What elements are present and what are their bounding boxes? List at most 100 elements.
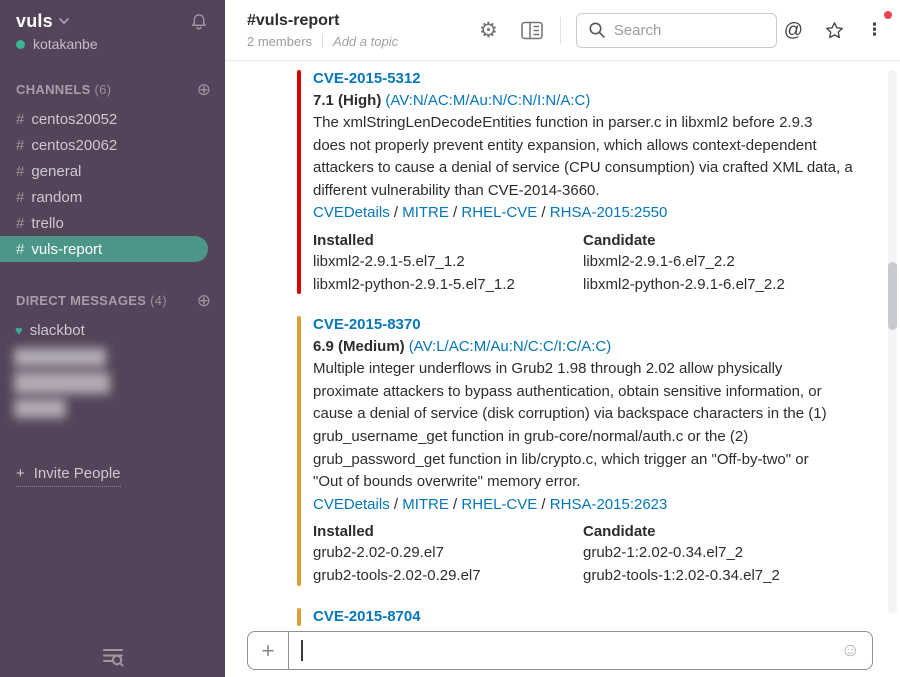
reference-link[interactable]: RHSA-2015:2550 bbox=[550, 204, 668, 221]
subtitle-divider bbox=[322, 34, 323, 48]
sidebar-item-general[interactable]: #general bbox=[0, 158, 225, 184]
add-topic-button[interactable]: Add a topic bbox=[333, 34, 398, 49]
text-cursor bbox=[301, 640, 303, 661]
reference-link[interactable]: RHEL-CVE bbox=[461, 496, 537, 513]
channel-label: vuls-report bbox=[31, 241, 102, 258]
mentions-icon[interactable]: @ bbox=[784, 21, 803, 40]
description-line: attackers to cause a denial of service (… bbox=[313, 157, 900, 180]
redacted-dm-item[interactable] bbox=[14, 399, 66, 418]
hash-icon: # bbox=[16, 111, 24, 128]
package-version: grub2-2.02-0.29.el7 bbox=[313, 542, 583, 565]
attachment-color-bar bbox=[297, 608, 301, 626]
installed-column: Installedgrub2-2.02-0.29.el7grub2-tools-… bbox=[313, 522, 583, 587]
main-pane: #vuls-report 2 members Add a topic ⚙ bbox=[225, 0, 900, 677]
channel-label: centos20062 bbox=[31, 137, 117, 154]
candidate-column-label: Candidate bbox=[583, 522, 853, 542]
scrollbar-track[interactable] bbox=[888, 70, 897, 614]
emoji-picker-icon[interactable]: ☺ bbox=[841, 641, 872, 660]
cve-link[interactable]: CVE-2015-8704 bbox=[313, 605, 421, 628]
channel-label: general bbox=[31, 163, 81, 180]
cvss-vector-link[interactable]: (AV:N/AC:M/Au:N/C:N/I:N/A:C) bbox=[385, 92, 590, 109]
dm-list: ♥ slackbot bbox=[0, 317, 225, 418]
sidebar-item-vuls-report[interactable]: # vuls-report bbox=[0, 236, 208, 262]
candidate-column: Candidategrub2-1:2.02-0.34.el7_2grub2-to… bbox=[583, 522, 853, 587]
sidebar-item-centos20062[interactable]: # centos20062 bbox=[0, 132, 225, 158]
description-line: "Out of bounds overwrite" memory error. bbox=[313, 471, 900, 494]
plus-icon: + bbox=[16, 465, 25, 482]
cve-link[interactable]: CVE-2015-8370 bbox=[313, 313, 421, 336]
package-version: libxml2-2.9.1-5.el7_1.2 bbox=[313, 251, 583, 274]
hash-icon: # bbox=[16, 241, 24, 258]
hash-icon: # bbox=[16, 189, 24, 206]
attachment-body: CVE-2015-8704 bbox=[313, 605, 900, 628]
package-version: libxml2-2.9.1-6.el7_2.2 bbox=[583, 251, 853, 274]
package-fields: Installedgrub2-2.02-0.29.el7grub2-tools-… bbox=[313, 522, 900, 587]
slack-app: vuls kotakanbe CHANNELS (6) ⊕ # bbox=[0, 0, 900, 677]
message-attachment: CVE-2015-5312 7.1 (High)(AV:N/AC:M/Au:N/C… bbox=[297, 67, 900, 296]
cve-link[interactable]: CVE-2015-5312 bbox=[313, 67, 421, 90]
installed-column-label: Installed bbox=[313, 522, 583, 542]
channels-header-label[interactable]: CHANNELS (6) bbox=[16, 82, 111, 97]
workspace-menu[interactable]: vuls bbox=[16, 11, 69, 32]
star-icon[interactable] bbox=[824, 20, 845, 41]
reference-link[interactable]: RHEL-CVE bbox=[461, 204, 537, 221]
username: kotakanbe bbox=[33, 36, 98, 52]
reference-link[interactable]: RHSA-2015:2623 bbox=[550, 496, 668, 513]
search-box[interactable] bbox=[576, 13, 777, 48]
user-presence[interactable]: kotakanbe bbox=[0, 33, 225, 52]
severity-score: 7.1 (High) bbox=[313, 92, 381, 109]
search-input[interactable] bbox=[614, 22, 765, 39]
quick-switcher-icon[interactable] bbox=[101, 644, 125, 668]
reference-link[interactable]: CVEDetails bbox=[313, 496, 390, 513]
details-pane-icon[interactable] bbox=[521, 21, 543, 40]
workspace-name: vuls bbox=[16, 11, 53, 32]
severity-row: 6.9 (Medium)(AV:L/AC:M/Au:N/C:C/I:C/A:C) bbox=[313, 336, 900, 358]
description-line: does not properly prevent entity expansi… bbox=[313, 135, 900, 158]
package-fields: Installedlibxml2-2.9.1-5.el7_1.2libxml2-… bbox=[313, 231, 900, 296]
channel-title: #vuls-report bbox=[247, 12, 479, 30]
sidebar-item-slackbot[interactable]: ♥ slackbot bbox=[0, 317, 225, 343]
more-options-icon[interactable]: ⋮ bbox=[866, 21, 885, 40]
dm-label: slackbot bbox=[30, 322, 85, 339]
header-divider bbox=[560, 17, 561, 44]
dm-header-label[interactable]: DIRECT MESSAGES (4) bbox=[16, 293, 167, 308]
reference-links: CVEDetails / MITRE / RHEL-CVE / RHSA-201… bbox=[313, 202, 900, 225]
reference-link[interactable]: MITRE bbox=[402, 204, 449, 221]
add-dm-icon[interactable]: ⊕ bbox=[197, 292, 211, 309]
member-count[interactable]: 2 members bbox=[247, 34, 312, 49]
attachment-color-bar bbox=[297, 70, 301, 294]
candidate-column-label: Candidate bbox=[583, 231, 853, 251]
installed-column: Installedlibxml2-2.9.1-5.el7_1.2libxml2-… bbox=[313, 231, 583, 296]
heart-icon: ♥ bbox=[15, 324, 23, 337]
scrollbar-thumb[interactable] bbox=[888, 262, 897, 330]
description-line: grub_password_get function in lib/crypto… bbox=[313, 449, 900, 472]
message-input[interactable] bbox=[289, 632, 841, 669]
channels-count: (6) bbox=[95, 82, 112, 97]
attach-file-button[interactable]: + bbox=[248, 632, 289, 669]
description-line: grub_username_get function in grub-core/… bbox=[313, 426, 900, 449]
sidebar-item-trello[interactable]: #trello bbox=[0, 210, 225, 236]
add-channel-icon[interactable]: ⊕ bbox=[197, 81, 211, 98]
chevron-down-icon bbox=[59, 18, 69, 25]
hash-icon: # bbox=[16, 137, 24, 154]
bell-icon[interactable] bbox=[188, 11, 210, 33]
candidate-column: Candidatelibxml2-2.9.1-6.el7_2.2libxml2-… bbox=[583, 231, 853, 296]
message-attachment: CVE-2015-83706.9 (Medium)(AV:L/AC:M/Au:N… bbox=[297, 313, 900, 587]
cvss-vector-link[interactable]: (AV:L/AC:M/Au:N/C:C/I:C/A:C) bbox=[409, 338, 612, 355]
sidebar-item-centos20052[interactable]: #centos20052 bbox=[0, 106, 225, 132]
redacted-dm-item[interactable] bbox=[14, 372, 110, 394]
reference-link[interactable]: MITRE bbox=[402, 496, 449, 513]
installed-column-label: Installed bbox=[313, 231, 583, 251]
reference-link[interactable]: CVEDetails bbox=[313, 204, 390, 221]
dm-count: (4) bbox=[150, 293, 167, 308]
channel-header: #vuls-report 2 members Add a topic ⚙ bbox=[225, 0, 900, 61]
description-line: Multiple integer underflows in Grub2 1.9… bbox=[313, 358, 900, 381]
reference-links: CVEDetails / MITRE / RHEL-CVE / RHSA-201… bbox=[313, 494, 900, 517]
invite-people-button[interactable]: + Invite People bbox=[16, 465, 121, 487]
attachment-body: CVE-2015-83706.9 (Medium)(AV:L/AC:M/Au:N… bbox=[313, 313, 900, 587]
presence-dot bbox=[16, 40, 25, 49]
sidebar-item-random[interactable]: #random bbox=[0, 184, 225, 210]
redacted-dm-item[interactable] bbox=[14, 348, 106, 367]
invite-people-label: Invite People bbox=[34, 465, 121, 482]
gear-icon[interactable]: ⚙ bbox=[479, 20, 498, 41]
